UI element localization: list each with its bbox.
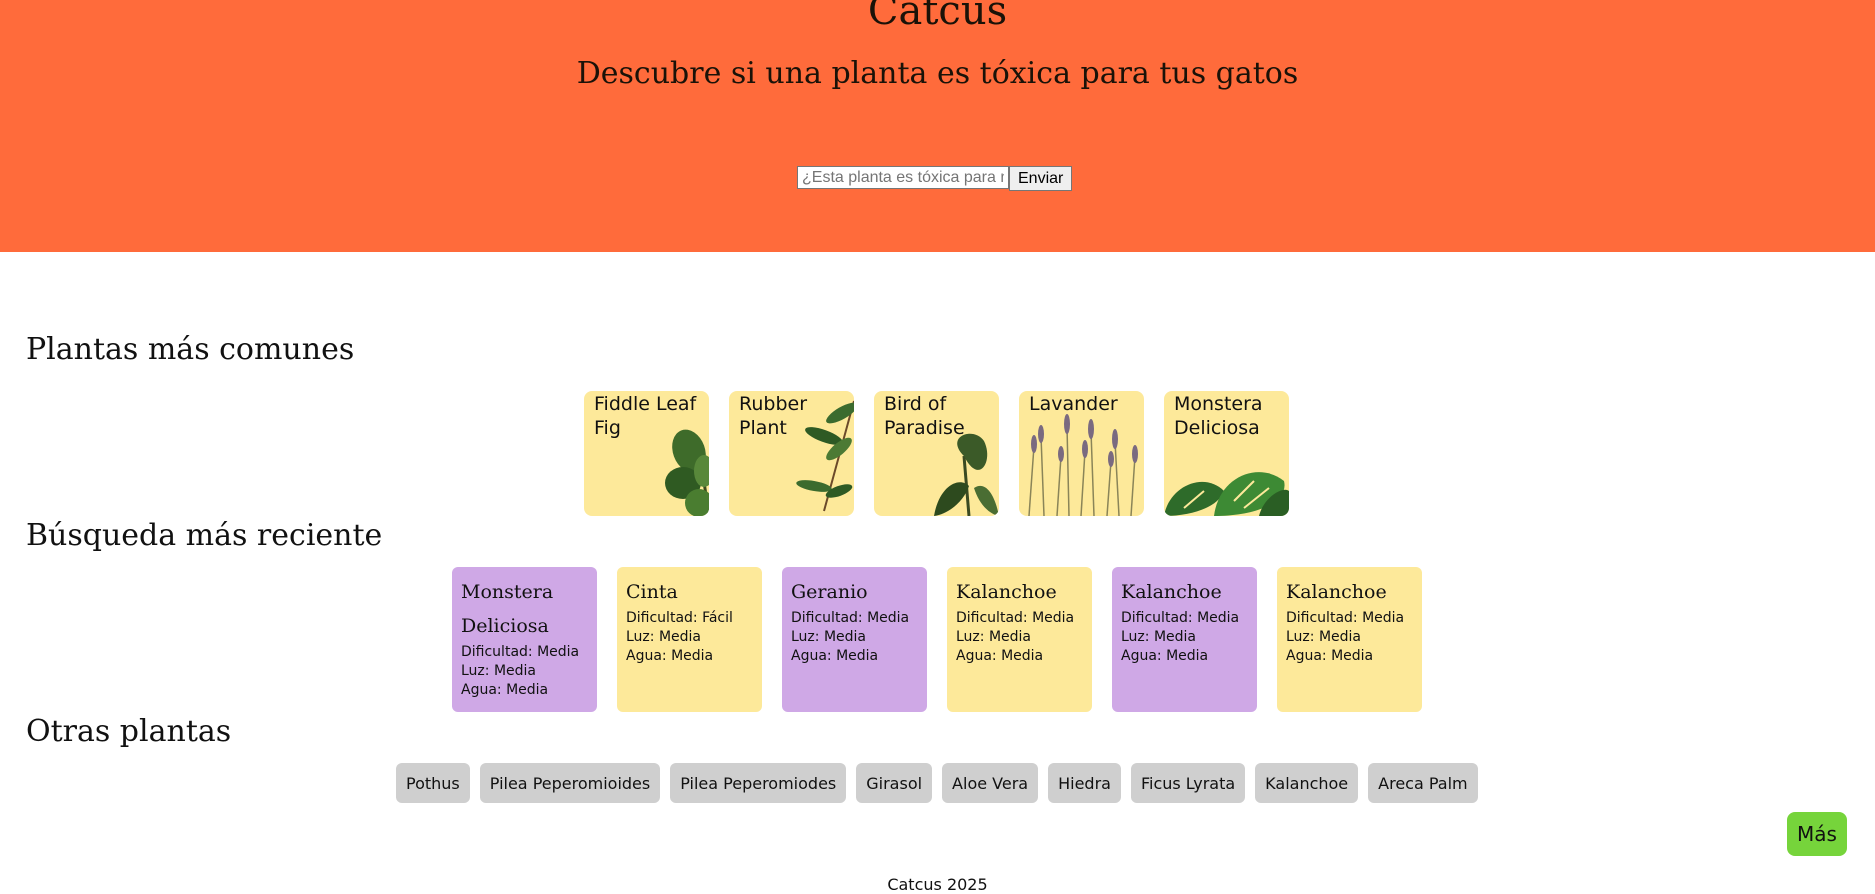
recent-card-name: Geranio bbox=[791, 581, 868, 603]
plant-card-fiddle-leaf-fig[interactable]: Fiddle Leaf Fig bbox=[584, 391, 709, 516]
recent-card-difficulty: Dificultad: Media bbox=[791, 610, 910, 626]
recent-card-water: Agua: Media bbox=[1286, 648, 1374, 664]
recent-card-water: Agua: Media bbox=[791, 648, 879, 664]
submit-button[interactable]: Enviar bbox=[1009, 166, 1073, 191]
plant-card-monstera[interactable]: Monstera Deliciosa bbox=[1164, 391, 1289, 516]
plant-chip[interactable]: Pilea Peperomioides bbox=[479, 763, 661, 803]
plant-card-label: Lavander bbox=[1029, 393, 1118, 415]
lavender-image bbox=[1028, 414, 1138, 516]
recent-card-difficulty: Dificultad: Media bbox=[1121, 610, 1240, 626]
plant-chip[interactable]: Aloe Vera bbox=[942, 763, 1039, 803]
recent-card-light: Luz: Media bbox=[1121, 629, 1196, 645]
plant-chip[interactable]: Kalanchoe bbox=[1255, 763, 1359, 803]
recent-search-title: Búsqueda más reciente bbox=[26, 518, 383, 553]
recent-card-difficulty: Dificultad: Media bbox=[1286, 610, 1405, 626]
monstera-image bbox=[1164, 472, 1289, 516]
plant-chip[interactable]: Pilea Peperomiodes bbox=[670, 763, 847, 803]
recent-card[interactable]: Monstera Deliciosa Dificultad: Media Luz… bbox=[452, 567, 597, 712]
plant-card-bird-of-paradise[interactable]: Bird of Paradise bbox=[874, 391, 999, 516]
plant-chip[interactable]: Ficus Lyrata bbox=[1130, 763, 1246, 803]
plant-card-rubber-plant[interactable]: Rubber Plant bbox=[729, 391, 854, 516]
recent-card[interactable]: Kalanchoe Dificultad: Media Luz: Media A… bbox=[1112, 567, 1257, 712]
recent-card-difficulty: Dificultad: Media bbox=[461, 644, 580, 660]
recent-search-list: Monstera Deliciosa Dificultad: Media Luz… bbox=[452, 567, 1422, 712]
search-form: Enviar bbox=[797, 166, 1073, 191]
recent-card-water: Agua: Media bbox=[1121, 648, 1209, 664]
other-plants-list: Pothus Pilea Peperomioides Pilea Peperom… bbox=[396, 763, 1478, 803]
recent-card-difficulty: Dificultad: Media bbox=[956, 610, 1075, 626]
recent-card-name: Kalanchoe bbox=[956, 581, 1057, 603]
hero-header: Catcus Descubre si una planta es tóxica … bbox=[0, 0, 1875, 252]
plant-chip[interactable]: Pothus bbox=[396, 763, 470, 803]
recent-card[interactable]: Geranio Dificultad: Media Luz: Media Agu… bbox=[782, 567, 927, 712]
plant-card-lavender[interactable]: Lavander bbox=[1019, 391, 1144, 516]
common-plants-list: Fiddle Leaf Fig Rubber Plant Bird of Par… bbox=[584, 391, 1289, 516]
recent-card-name: Kalanchoe bbox=[1121, 581, 1222, 603]
site-subtitle: Descubre si una planta es tóxica para tu… bbox=[576, 56, 1299, 91]
recent-card-water: Agua: Media bbox=[956, 648, 1044, 664]
recent-card[interactable]: Cinta Dificultad: Fácil Luz: Media Agua:… bbox=[617, 567, 762, 712]
recent-card-light: Luz: Media bbox=[956, 629, 1031, 645]
recent-card[interactable]: Kalanchoe Dificultad: Media Luz: Media A… bbox=[947, 567, 1092, 712]
plant-card-label: Bird of Paradise bbox=[884, 393, 965, 439]
plant-chip[interactable]: Areca Palm bbox=[1368, 763, 1478, 803]
recent-card-name: Kalanchoe bbox=[1286, 581, 1387, 603]
footer-text: Catcus 2025 bbox=[887, 875, 988, 894]
recent-card-name: Cinta bbox=[626, 581, 678, 603]
recent-card-light: Luz: Media bbox=[791, 629, 866, 645]
plant-card-label: Rubber Plant bbox=[739, 393, 808, 439]
more-button[interactable]: Más bbox=[1787, 812, 1847, 856]
recent-card-light: Luz: Media bbox=[1286, 629, 1361, 645]
recent-card[interactable]: Kalanchoe Dificultad: Media Luz: Media A… bbox=[1277, 567, 1422, 712]
recent-card-light: Luz: Media bbox=[461, 663, 536, 679]
recent-card-water: Agua: Media bbox=[626, 648, 714, 664]
plant-card-label: Monstera Deliciosa bbox=[1174, 393, 1263, 439]
site-title: Catcus bbox=[867, 0, 1008, 34]
search-input[interactable] bbox=[797, 166, 1009, 189]
other-plants-title: Otras plantas bbox=[26, 714, 232, 749]
plant-chip[interactable]: Girasol bbox=[856, 763, 933, 803]
recent-card-difficulty: Dificultad: Fácil bbox=[626, 610, 733, 626]
plant-card-label: Fiddle Leaf Fig bbox=[594, 393, 697, 439]
recent-card-water: Agua: Media bbox=[461, 682, 549, 698]
plant-chip[interactable]: Hiedra bbox=[1048, 763, 1121, 803]
recent-card-light: Luz: Media bbox=[626, 629, 701, 645]
recent-card-name: Monstera Deliciosa bbox=[461, 581, 554, 637]
common-plants-title: Plantas más comunes bbox=[26, 332, 355, 367]
